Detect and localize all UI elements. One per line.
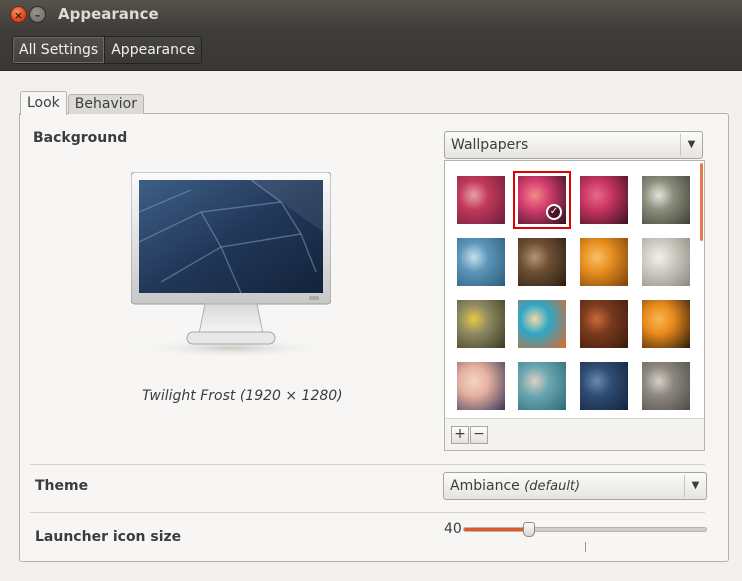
toolbar: All Settings Appearance: [0, 29, 742, 71]
theme-default-suffix: (default): [524, 479, 581, 494]
breadcrumb: All Settings Appearance: [12, 36, 203, 64]
slider-fill: [464, 528, 529, 531]
wallpaper-pink-blur-thumbnail[interactable]: [457, 176, 505, 224]
slider-handle[interactable]: [523, 522, 535, 537]
title-bar: × – Appearance: [0, 0, 742, 29]
wallpaper-caption: Twilight Frost (1920 × 1280): [142, 388, 343, 404]
remove-wallpaper-button[interactable]: −: [470, 426, 488, 444]
theme-label: Theme: [35, 478, 89, 494]
wallpaper-source-value: Wallpapers: [451, 137, 529, 153]
wallpaper-sunset-city-thumbnail[interactable]: [457, 362, 505, 410]
wallpaper-pink-flower-2-thumbnail[interactable]: [580, 176, 628, 224]
launcher-icon-size-value: 40: [444, 521, 462, 537]
close-icon[interactable]: ×: [10, 6, 27, 23]
chevron-down-icon: ▼: [684, 475, 706, 497]
launcher-icon-size-slider[interactable]: [463, 522, 707, 537]
breadcrumb-all-settings[interactable]: All Settings: [13, 37, 106, 63]
monitor-preview: [131, 172, 331, 358]
wallpaper-yellow-flower-thumbnail[interactable]: [457, 300, 505, 348]
wallpaper-white-clock-thumbnail[interactable]: [642, 238, 690, 286]
scrollbar[interactable]: [700, 163, 703, 241]
chevron-down-icon: ▼: [680, 134, 702, 156]
wallpaper-orange-ring-thumbnail[interactable]: [642, 300, 690, 348]
add-wallpaper-button[interactable]: +: [451, 426, 469, 444]
gallery-toolbar: + −: [445, 418, 704, 450]
wallpaper-teal-blur-thumbnail[interactable]: [518, 362, 566, 410]
wallpaper-orange-flower-thumbnail[interactable]: [580, 238, 628, 286]
breadcrumb-appearance[interactable]: Appearance: [105, 37, 202, 63]
slider-tick: [585, 542, 586, 552]
tab-look[interactable]: Look: [20, 91, 67, 115]
background-label: Background: [33, 130, 128, 146]
tab-bar: Look Behavior: [20, 91, 145, 115]
wallpaper-graffiti-thumbnail[interactable]: [518, 300, 566, 348]
wallpaper-twilight-frost-thumbnail[interactable]: [580, 362, 628, 410]
wallpaper-brown-earth-thumbnail[interactable]: [518, 238, 566, 286]
wallpaper-grey-blur-thumbnail[interactable]: [642, 362, 690, 410]
divider: [30, 464, 705, 465]
wallpaper-gallery[interactable]: ✓ + −: [444, 160, 705, 451]
wallpaper-source-dropdown[interactable]: Wallpapers ▼: [444, 131, 703, 159]
wallpaper-pink-flower-thumbnail[interactable]: ✓: [513, 171, 571, 229]
selected-check-icon: ✓: [546, 204, 562, 220]
wallpaper-blue-dots-thumbnail[interactable]: [457, 238, 505, 286]
launcher-icon-size-label: Launcher icon size: [35, 529, 182, 545]
wallpaper-white-flowers-thumbnail[interactable]: [642, 176, 690, 224]
divider: [30, 512, 705, 513]
theme-value: Ambiance: [450, 478, 520, 494]
tab-behavior[interactable]: Behavior: [67, 94, 144, 114]
window-title: Appearance: [58, 5, 159, 23]
theme-dropdown[interactable]: Ambiance (default) ▼: [443, 472, 707, 500]
minimize-icon[interactable]: –: [29, 6, 46, 23]
wallpaper-brown-insect-thumbnail[interactable]: [580, 300, 628, 348]
